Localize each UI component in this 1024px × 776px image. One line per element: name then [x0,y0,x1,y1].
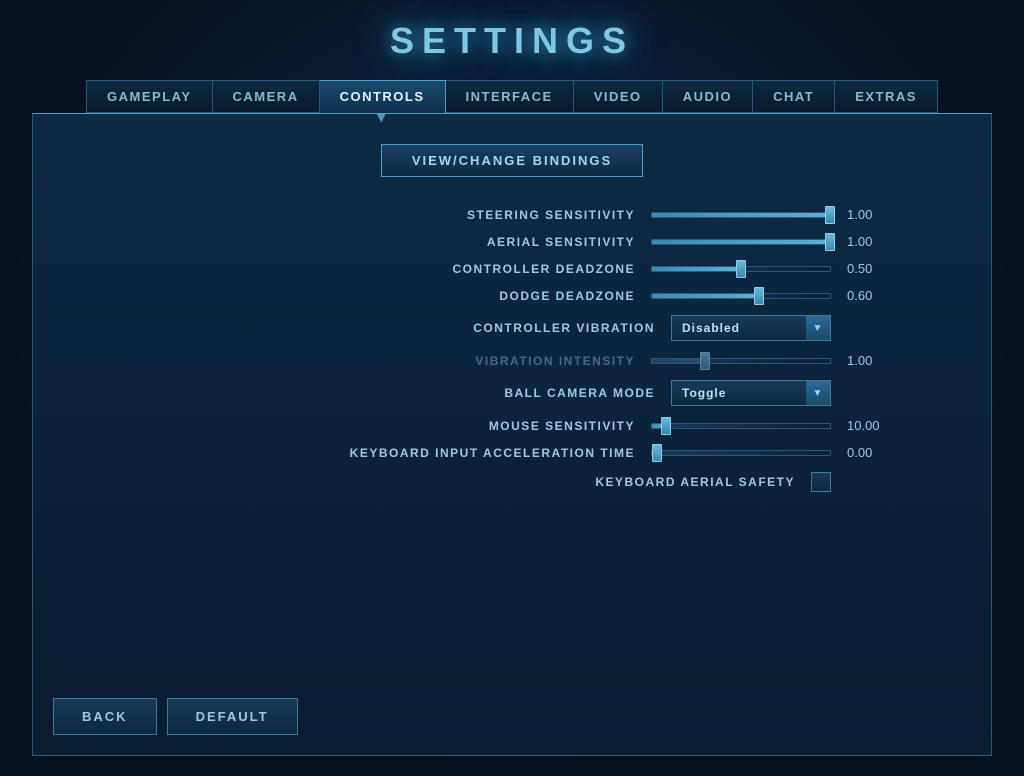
tab-video[interactable]: VIDEO [574,80,663,113]
tab-audio[interactable]: AUDIO [663,80,753,113]
mouse-sensitivity-slider[interactable] [651,423,831,429]
tab-camera[interactable]: CAMERA [213,80,320,113]
settings-grid: STEERING SENSITIVITY 1.00 AERIAL SENSITI… [132,207,892,492]
vibration-intensity-label: VIBRATION INTENSITY [355,354,635,368]
mouse-sensitivity-label: MOUSE SENSITIVITY [355,419,635,433]
dropdown-arrow-icon: ▼ [806,381,830,405]
steering-sensitivity-slider[interactable] [651,212,831,218]
vibration-intensity-slider[interactable] [651,358,831,364]
keyboard-aerial-safety-label: KEYBOARD AERIAL SAFETY [515,475,795,489]
ball-camera-mode-dropdown[interactable]: Toggle ▼ [671,380,831,406]
mouse-sensitivity-row: MOUSE SENSITIVITY 10.00 [132,418,892,433]
settings-panel: VIEW/CHANGE BINDINGS STEERING SENSITIVIT… [32,113,992,756]
keyboard-acceleration-row: KEYBOARD INPUT ACCELERATION TIME 0.00 [132,445,892,460]
dodge-deadzone-value: 0.60 [847,288,892,303]
dropdown-arrow-icon: ▼ [806,316,830,340]
tab-chat[interactable]: CHAT [753,80,835,113]
main-container: SETTINGS GAMEPLAY CAMERA CONTROLS INTERF… [0,0,1024,776]
ball-camera-mode-row: BALL CAMERA MODE Toggle ▼ [132,380,892,406]
bottom-buttons: BACK DEFAULT [53,683,298,735]
back-button[interactable]: BACK [53,698,157,735]
tab-extras[interactable]: EXTRAS [835,80,938,113]
keyboard-aerial-safety-row: KEYBOARD AERIAL SAFETY [132,472,892,492]
steering-sensitivity-row: STEERING SENSITIVITY 1.00 [132,207,892,222]
controller-deadzone-row: CONTROLLER DEADZONE 0.50 [132,261,892,276]
vibration-intensity-value: 1.00 [847,353,892,368]
keyboard-acceleration-slider[interactable] [651,450,831,456]
controller-vibration-row: CONTROLLER VIBRATION Disabled ▼ [132,315,892,341]
aerial-sensitivity-row: AERIAL SENSITIVITY 1.00 [132,234,892,249]
controller-deadzone-label: CONTROLLER DEADZONE [355,262,635,276]
keyboard-acceleration-label: KEYBOARD INPUT ACCELERATION TIME [350,446,635,460]
controller-deadzone-slider[interactable] [651,266,831,272]
aerial-sensitivity-slider[interactable] [651,239,831,245]
dodge-deadzone-row: DODGE DEADZONE 0.60 [132,288,892,303]
tab-controls[interactable]: CONTROLS [320,80,446,113]
mouse-sensitivity-value: 10.00 [847,418,892,433]
tab-bar: GAMEPLAY CAMERA CONTROLS INTERFACE VIDEO… [86,80,938,113]
aerial-sensitivity-value: 1.00 [847,234,892,249]
tab-interface[interactable]: INTERFACE [446,80,574,113]
keyboard-acceleration-value: 0.00 [847,445,892,460]
controller-vibration-dropdown[interactable]: Disabled ▼ [671,315,831,341]
dodge-deadzone-slider[interactable] [651,293,831,299]
tab-gameplay[interactable]: GAMEPLAY [86,80,212,113]
keyboard-aerial-safety-checkbox[interactable] [811,472,831,492]
default-button[interactable]: DEFAULT [167,698,298,735]
controller-deadzone-value: 0.50 [847,261,892,276]
page-title: SETTINGS [390,20,634,62]
view-change-bindings-button[interactable]: VIEW/CHANGE BINDINGS [381,144,643,177]
ball-camera-mode-label: BALL CAMERA MODE [375,386,655,400]
steering-sensitivity-label: STEERING SENSITIVITY [355,208,635,222]
aerial-sensitivity-label: AERIAL SENSITIVITY [355,235,635,249]
steering-sensitivity-value: 1.00 [847,207,892,222]
controller-vibration-label: CONTROLLER VIBRATION [375,321,655,335]
dodge-deadzone-label: DODGE DEADZONE [355,289,635,303]
vibration-intensity-row: VIBRATION INTENSITY 1.00 [132,353,892,368]
